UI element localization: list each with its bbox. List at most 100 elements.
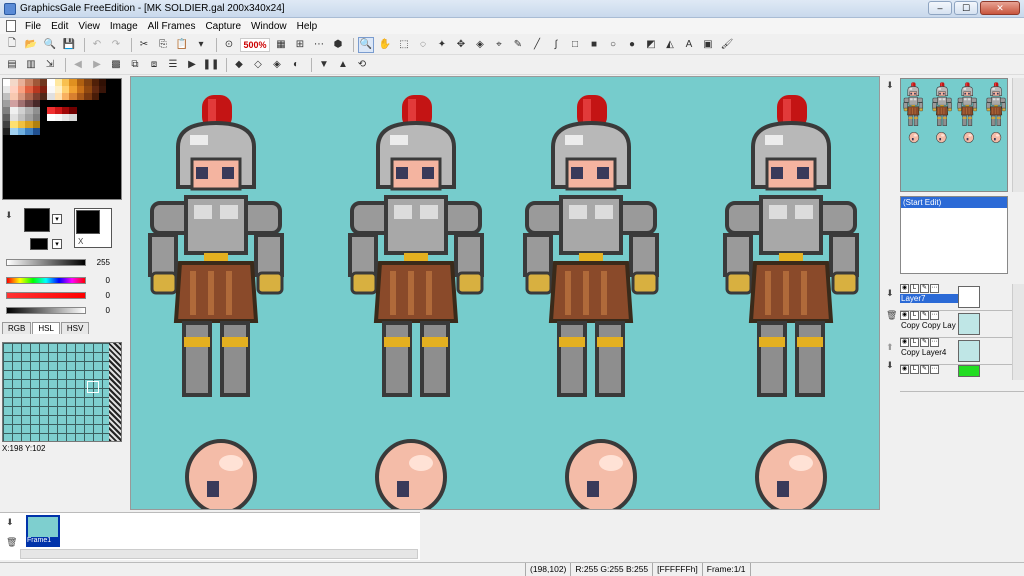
palette-swatch[interactable] xyxy=(106,107,114,114)
palette-swatch[interactable] xyxy=(54,149,62,156)
palette-swatch[interactable] xyxy=(17,93,26,100)
trash-icon[interactable]: 🗑 xyxy=(886,310,897,321)
palette-swatch[interactable] xyxy=(25,121,33,128)
palette-swatch[interactable] xyxy=(106,142,114,149)
filled-ellipse-icon[interactable]: ● xyxy=(624,37,640,53)
palette-swatch[interactable] xyxy=(3,86,11,93)
brush-icon[interactable]: 🖌 xyxy=(719,37,735,53)
color-palette[interactable] xyxy=(2,78,122,200)
palette-swatch[interactable] xyxy=(3,107,11,114)
palette-swatch[interactable] xyxy=(54,128,62,135)
palette-swatch[interactable] xyxy=(69,184,77,191)
palette-swatch[interactable] xyxy=(76,191,85,198)
palette-swatch[interactable] xyxy=(39,163,48,170)
palette-swatch[interactable] xyxy=(17,114,26,121)
palette-swatch[interactable] xyxy=(76,79,85,86)
replace-color-icon[interactable]: ◈ xyxy=(269,57,285,73)
palette-swatch[interactable] xyxy=(84,100,92,107)
palette-swatch[interactable] xyxy=(25,184,33,191)
palette-swatch[interactable] xyxy=(3,135,11,142)
layer-row[interactable]: ◉ L ✎ ⋯ xyxy=(900,365,1024,392)
palette-swatch[interactable] xyxy=(76,128,85,135)
palette-swatch[interactable] xyxy=(84,107,92,114)
palette-swatch[interactable] xyxy=(54,142,62,149)
menu-capture[interactable]: Capture xyxy=(200,21,246,32)
menu-file[interactable]: File xyxy=(20,21,46,32)
palette-swatch[interactable] xyxy=(76,107,85,114)
palette-swatch[interactable] xyxy=(69,149,77,156)
rect-select-icon[interactable]: ⬚ xyxy=(396,37,412,53)
palette-swatch[interactable] xyxy=(69,114,77,121)
palette-swatch[interactable] xyxy=(76,149,85,156)
palette-swatch[interactable] xyxy=(113,156,121,163)
palette-swatch[interactable] xyxy=(32,100,40,107)
pause-icon[interactable]: ❚❚ xyxy=(203,57,220,73)
palette-swatch[interactable] xyxy=(47,107,55,114)
save-icon[interactable]: 💾 xyxy=(61,37,77,53)
palette-swatch[interactable] xyxy=(76,156,85,163)
palette-swatch[interactable] xyxy=(69,107,77,114)
palette-swatch[interactable] xyxy=(98,156,107,163)
palette-swatch[interactable] xyxy=(98,142,107,149)
edit-icon[interactable]: ✎ xyxy=(920,311,929,320)
tab-hsv[interactable]: HSV xyxy=(60,322,90,334)
palette-swatch[interactable] xyxy=(84,128,92,135)
palette-swatch[interactable] xyxy=(25,100,33,107)
palette-swatch[interactable] xyxy=(25,177,33,184)
palette-swatch[interactable] xyxy=(3,79,11,86)
palette-swatch[interactable] xyxy=(47,163,55,170)
more-icon[interactable]: ⋯ xyxy=(930,365,939,374)
palette-swatch[interactable] xyxy=(76,135,85,142)
redo-icon[interactable]: ↷ xyxy=(108,37,124,53)
palette-swatch[interactable] xyxy=(98,93,107,100)
palette-swatch[interactable] xyxy=(84,114,92,121)
palette-swatch[interactable] xyxy=(69,191,77,198)
palette-swatch[interactable] xyxy=(91,177,99,184)
palette-swatch[interactable] xyxy=(10,170,18,177)
drawing-canvas[interactable] xyxy=(130,76,880,510)
maximize-button[interactable]: ☐ xyxy=(954,1,978,15)
palette-swatch[interactable] xyxy=(91,79,99,86)
palette-swatch[interactable] xyxy=(62,191,70,198)
palette-swatch[interactable] xyxy=(25,142,33,149)
palette-swatch[interactable] xyxy=(47,114,55,121)
palette-swatch[interactable] xyxy=(62,135,70,142)
palette-swatch[interactable] xyxy=(84,177,92,184)
palette-swatch[interactable] xyxy=(98,114,107,121)
palette-swatch[interactable] xyxy=(10,191,18,198)
open-folder-icon[interactable]: 📂 xyxy=(23,37,39,53)
edit-icon[interactable]: ✎ xyxy=(920,284,929,293)
palette-swatch[interactable] xyxy=(3,114,11,121)
visible-icon[interactable]: ◉ xyxy=(900,338,909,347)
palette-swatch[interactable] xyxy=(84,79,92,86)
pick-color-icon[interactable]: ⟲ xyxy=(354,57,370,73)
layer-row[interactable]: ◉ L ✎ ⋯ Copy Layer4 xyxy=(900,338,1024,365)
move-icon[interactable]: ✥ xyxy=(453,37,469,53)
palette-swatch[interactable] xyxy=(91,86,99,93)
palette-swatch[interactable] xyxy=(69,86,77,93)
search-icon[interactable]: 🔍 xyxy=(42,37,58,53)
palette-swatch[interactable] xyxy=(3,191,11,198)
palette-swatch[interactable] xyxy=(69,121,77,128)
palette-swatch[interactable] xyxy=(98,191,107,198)
hand-icon[interactable]: ✋ xyxy=(377,37,393,53)
palette-swatch[interactable] xyxy=(25,86,33,93)
palette-swatch[interactable] xyxy=(106,93,114,100)
palette-swatch[interactable] xyxy=(32,191,40,198)
history-item[interactable]: (Start Edit) xyxy=(901,197,1007,208)
palette-swatch[interactable] xyxy=(98,107,107,114)
palette-swatch[interactable] xyxy=(39,170,48,177)
palette-swatch[interactable] xyxy=(10,93,18,100)
palette-swatch[interactable] xyxy=(47,156,55,163)
menu-view[interactable]: View xyxy=(73,21,105,32)
palette-swatch[interactable] xyxy=(10,121,18,128)
palette-swatch[interactable] xyxy=(62,79,70,86)
menu-all-frames[interactable]: All Frames xyxy=(143,21,201,32)
palette-swatch[interactable] xyxy=(84,191,92,198)
palette-swatch[interactable] xyxy=(76,170,85,177)
palette-swatch[interactable] xyxy=(47,79,55,86)
palette-swatch[interactable] xyxy=(25,114,33,121)
palette-swatch[interactable] xyxy=(54,191,62,198)
palette-swatch[interactable] xyxy=(69,177,77,184)
palette-swatch[interactable] xyxy=(25,135,33,142)
